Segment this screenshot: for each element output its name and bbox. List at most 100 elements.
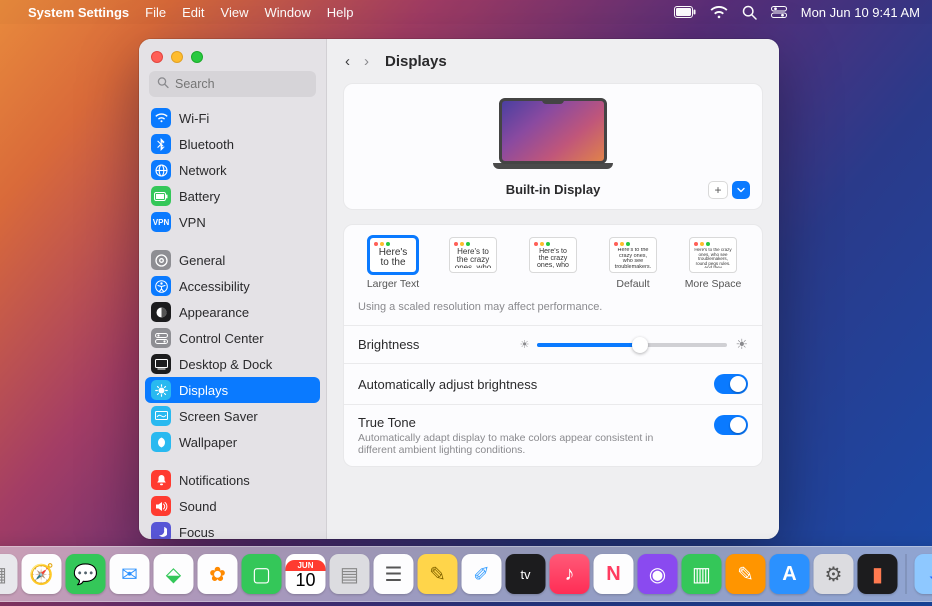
sidebar-item-vpn[interactable]: VPNVPN — [145, 209, 320, 235]
sidebar-item-network[interactable]: Network — [145, 157, 320, 183]
brightness-slider[interactable] — [537, 343, 727, 347]
brightness-row: Brightness ☀ ☀ — [344, 325, 762, 363]
resolution-option-label — [438, 278, 508, 291]
sidebar-item-screen-saver[interactable]: Screen Saver — [145, 403, 320, 429]
dock-downloads[interactable]: ⬇ — [915, 554, 932, 594]
sidebar-item-displays[interactable]: Displays — [145, 377, 320, 403]
resolution-option-5[interactable]: Here's to the crazy ones, who see troubl… — [678, 237, 748, 291]
sidebar-item-desktop-dock[interactable]: Desktop & Dock — [145, 351, 320, 377]
dock-notes[interactable]: ✎ — [418, 554, 458, 594]
builtin-display-thumbnail[interactable] — [493, 98, 613, 176]
sidebar-item-focus[interactable]: Focus — [145, 519, 320, 539]
sidebar-item-battery[interactable]: Battery — [145, 183, 320, 209]
gear-icon — [151, 250, 171, 270]
dd-icon — [151, 354, 171, 374]
sidebar-item-wallpaper[interactable]: Wallpaper — [145, 429, 320, 455]
close-window-button[interactable] — [151, 51, 163, 63]
menubar-clock[interactable]: Mon Jun 10 9:41 AM — [801, 5, 920, 20]
dock-freeform[interactable]: ✐ — [462, 554, 502, 594]
display-options-dropdown[interactable] — [732, 181, 750, 199]
zoom-window-button[interactable] — [191, 51, 203, 63]
dock-calendar[interactable]: JUN10 — [286, 554, 326, 594]
cc-icon — [151, 328, 171, 348]
resolution-option-3[interactable]: Here's to the crazy ones, who see troubl… — [518, 237, 588, 291]
resolution-hint: Using a scaled resolution may affect per… — [344, 297, 762, 325]
resolution-option-4[interactable]: Here's to the crazy ones, who see troubl… — [598, 237, 668, 291]
dock-music[interactable]: ♪ — [550, 554, 590, 594]
resolution-option-2[interactable]: Here's to the crazy ones, who see troubl… — [438, 237, 508, 291]
menu-view[interactable]: View — [221, 5, 249, 20]
brightness-high-icon: ☀ — [735, 336, 748, 353]
battery-icon[interactable] — [674, 6, 696, 18]
dock-facetime[interactable]: ▢ — [242, 554, 282, 594]
dock-safari[interactable]: 🧭 — [22, 554, 62, 594]
resolution-thumb-icon: Here's to the crazy ones, who see troubl… — [369, 237, 417, 273]
dock-messages[interactable]: 💬 — [66, 554, 106, 594]
sidebar-item-control-center[interactable]: Control Center — [145, 325, 320, 351]
bt-icon — [151, 134, 171, 154]
menu-edit[interactable]: Edit — [182, 5, 204, 20]
disp-icon — [151, 380, 171, 400]
control-center-icon[interactable] — [771, 6, 787, 18]
dock-appstore[interactable]: A — [770, 554, 810, 594]
dock-news[interactable]: N — [594, 554, 634, 594]
sidebar-item-general[interactable]: General — [145, 247, 320, 273]
sidebar-item-appearance[interactable]: Appearance — [145, 299, 320, 325]
sidebar-item-notifications[interactable]: Notifications — [145, 467, 320, 493]
dock-settings[interactable]: ⚙ — [814, 554, 854, 594]
dock-reminders[interactable]: ☰ — [374, 554, 414, 594]
dock-numbers[interactable]: ▥ — [682, 554, 722, 594]
sidebar-item-label: Desktop & Dock — [179, 357, 272, 372]
sidebar-item-label: Wallpaper — [179, 435, 237, 450]
sidebar-item-label: Displays — [179, 383, 228, 398]
sidebar-item-wi-fi[interactable]: Wi-Fi — [145, 105, 320, 131]
foc-icon — [151, 522, 171, 539]
dock-launchpad[interactable]: ▦ — [0, 554, 18, 594]
dock-photos[interactable]: ✿ — [198, 554, 238, 594]
sidebar-item-accessibility[interactable]: Accessibility — [145, 273, 320, 299]
true-tone-toggle[interactable] — [714, 415, 748, 435]
ss-icon — [151, 406, 171, 426]
sidebar-item-sound[interactable]: Sound — [145, 493, 320, 519]
brightness-label: Brightness — [358, 337, 419, 352]
dock-tv[interactable]: tv — [506, 554, 546, 594]
sidebar-item-label: Sound — [179, 499, 217, 514]
bell-icon — [151, 470, 171, 490]
resolution-option-1[interactable]: Here's to the crazy ones, who see troubl… — [358, 237, 428, 291]
dock-separator — [906, 554, 907, 594]
wifi-icon[interactable] — [710, 6, 728, 19]
wifi-icon — [151, 108, 171, 128]
sidebar-item-label: General — [179, 253, 225, 268]
vpn-icon: VPN — [151, 212, 171, 232]
dock-mail[interactable]: ✉ — [110, 554, 150, 594]
auto-brightness-toggle[interactable] — [714, 374, 748, 394]
search-input[interactable] — [149, 71, 316, 97]
sidebar-item-bluetooth[interactable]: Bluetooth — [145, 131, 320, 157]
true-tone-row: True Tone Automatically adapt display to… — [344, 404, 762, 466]
menu-window[interactable]: Window — [264, 5, 310, 20]
snd-icon — [151, 496, 171, 516]
dock-pages[interactable]: ✎ — [726, 554, 766, 594]
minimize-window-button[interactable] — [171, 51, 183, 63]
dock-maps[interactable]: ⬙ — [154, 554, 194, 594]
wp-icon — [151, 432, 171, 452]
spotlight-icon[interactable] — [742, 5, 757, 20]
dock-contacts[interactable]: ▤ — [330, 554, 370, 594]
brightness-low-icon: ☀ — [520, 338, 530, 351]
resolution-thumb-icon: Here's to the crazy ones, who see troubl… — [449, 237, 497, 273]
menu-file[interactable]: File — [145, 5, 166, 20]
page-title: Displays — [385, 53, 447, 70]
resolution-thumb-icon: Here's to the crazy ones, who see troubl… — [689, 237, 737, 273]
sidebar-item-label: Notifications — [179, 473, 250, 488]
sidebar-item-label: Network — [179, 163, 227, 178]
dock-iphone-mirroring[interactable]: ▮ — [858, 554, 898, 594]
add-display-button[interactable]: + — [708, 181, 728, 199]
dock-podcasts[interactable]: ◉ — [638, 554, 678, 594]
resolution-option-label — [518, 278, 588, 291]
menu-help[interactable]: Help — [327, 5, 354, 20]
sidebar-item-label: Screen Saver — [179, 409, 258, 424]
app-menu[interactable]: System Settings — [28, 5, 129, 20]
forward-button[interactable]: › — [360, 51, 373, 72]
back-button[interactable]: ‹ — [341, 51, 354, 72]
acc-icon — [151, 276, 171, 296]
